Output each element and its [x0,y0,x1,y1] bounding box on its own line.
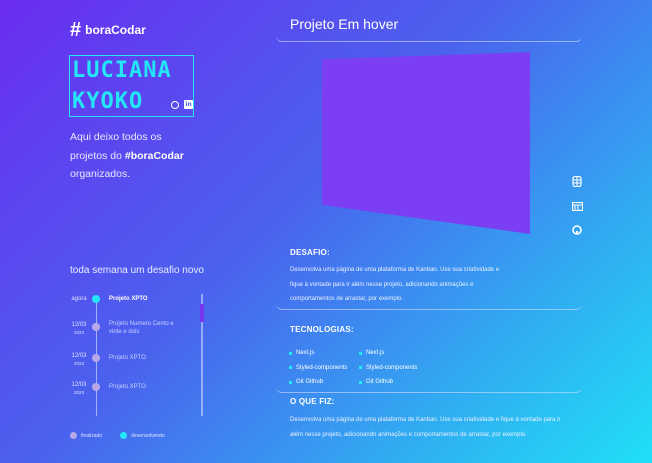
github-icon[interactable] [572,225,582,235]
timeline-date: 12/03 2023 [68,322,90,336]
timeline-title: Projeto Numero Cento e vinte e dois [109,321,174,335]
brand-logo[interactable]: # boraCodar [70,20,146,40]
legend-in-progress: desenvolvendo [131,432,165,439]
intro-hashtag: #boraCodar [124,149,184,162]
bullet-icon [359,366,362,370]
challenge-heading: DESAFIO: [290,248,330,257]
timeline-title: Projeto XPTO [109,296,148,302]
weekly-heading: toda semana um desafio novo [70,265,204,276]
tech-item: Next.js [289,346,347,361]
tech-heading: TECNOLOGIAS: [290,325,354,334]
timeline-scroll-thumb[interactable] [200,304,204,322]
tech-item: Next.js [359,346,417,361]
project-title: Projeto Em hover [290,16,399,32]
timeline-dot [92,323,100,331]
intro-line-2: projetos do #boraCodar [70,149,184,162]
timeline-date: 12/03 2023 [68,353,90,367]
timeline-title: Projeto XPTO [109,355,146,361]
legend-done: finalizado [81,432,103,439]
in-progress-dot-icon [120,432,128,439]
bullet-icon [359,380,362,384]
divider [276,303,582,310]
bullet-icon [359,351,362,355]
tech-item: Styled-components [289,361,347,376]
timeline-dot [92,354,100,362]
timeline-date: 12/03 2023 [68,382,90,396]
layout-icon[interactable] [571,201,584,212]
project-preview-image[interactable] [322,52,530,234]
profile-name-box: LUCIANA KYOKO in [69,55,194,117]
tech-item: Styled-components [359,361,417,376]
done-text: Desenvolva uma página de uma plataforma … [290,413,590,442]
timeline-dot [92,383,100,391]
name-line-2: KYOKO [72,89,144,114]
intro-text: Aqui deixo todos os projetos do #boraCod… [70,128,210,184]
bullet-icon [289,380,292,384]
brand-name: boraCodar [85,23,146,37]
tech-list-2: Next.js Styled-components Git Github [359,346,417,390]
divider [276,386,582,393]
timeline-year: 2023 [73,390,84,395]
divider [276,35,582,42]
challenge-line: fique à vontade para ir além nesse proje… [290,281,474,288]
tech-list-1: Next.js Styled-components Git Github [289,346,347,390]
timeline-year: 2023 [73,330,84,335]
hashtag-icon: # [70,19,82,41]
done-line: além nesse projeto, adicionando animaçõe… [290,431,527,438]
timeline-date: agora [71,296,87,302]
timeline-dot [92,295,100,303]
name-line-1: LUCIANA [72,58,172,83]
linkedin-icon[interactable]: in [184,100,193,109]
figma-icon[interactable] [572,175,582,188]
timeline-title: Projeto XPTO [109,384,146,390]
bullet-icon [289,366,292,370]
bullet-icon [289,351,292,355]
challenge-line: Desenvolva uma página de uma plataforma … [290,267,500,273]
done-dot-icon [70,432,77,439]
challenge-text: Desenvolva uma página de uma plataforma … [290,263,530,307]
github-icon[interactable] [171,101,179,109]
done-line: Desenvolva uma página de uma plataforma … [290,417,561,423]
timeline: agora Projeto XPTO 12/03 2023 Projeto Num… [68,290,210,418]
intro-line-3: organizados. [70,168,131,180]
timeline-legend: finalizado desenvolvendo [70,432,165,439]
done-heading: O QUE FIZ: [290,397,335,406]
intro-line-1: Aqui deixo todos os [70,131,162,143]
timeline-year: 2023 [73,361,84,366]
